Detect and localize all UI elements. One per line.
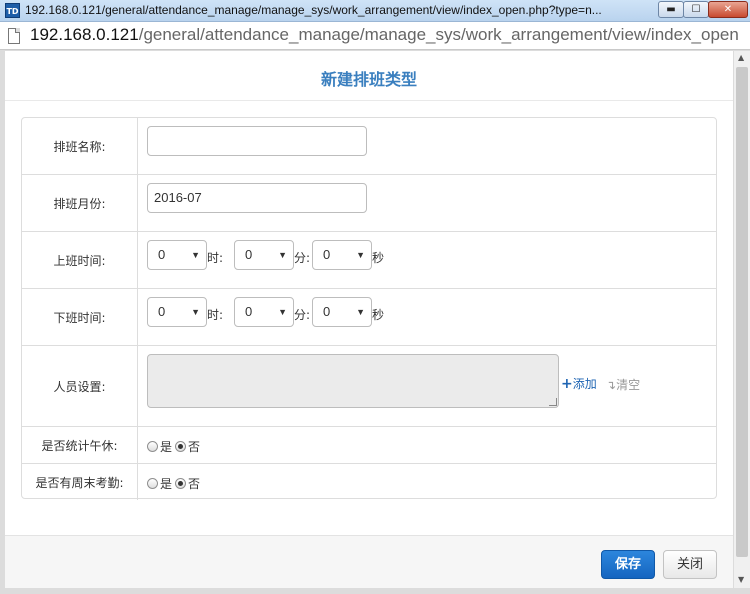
row-lunch-break: 是否统计午休: 是 否	[22, 427, 716, 464]
lunch-break-label: 是否统计午休:	[22, 427, 138, 463]
chevron-down-icon: ▼	[191, 307, 200, 317]
resize-handle-icon[interactable]	[549, 398, 557, 406]
vertical-scrollbar[interactable]: ▲ ▼	[733, 51, 750, 588]
start-minute-unit: 分:	[294, 251, 311, 265]
window-title: 192.168.0.121/general/attendance_manage/…	[25, 3, 602, 17]
close-button[interactable]: 关闭	[663, 550, 717, 579]
shift-month-label: 排班月份:	[22, 175, 138, 231]
weekend-no-radio[interactable]	[175, 478, 187, 489]
end-hour-select[interactable]: 0 ▼	[147, 297, 207, 327]
weekend-yes-label: 是	[160, 477, 173, 491]
end-time-label: 下班时间:	[22, 289, 138, 345]
end-hour-unit: 时:	[207, 308, 224, 322]
plus-icon: +	[561, 376, 573, 392]
lunch-yes-label: 是	[160, 440, 173, 454]
chevron-down-icon: ▼	[278, 250, 287, 260]
lunch-break-radio-group: 是 否	[147, 438, 203, 455]
weekend-yes-radio[interactable]	[147, 478, 158, 489]
end-second-unit: 秒	[372, 308, 385, 322]
start-minute-select[interactable]: 0 ▼	[234, 240, 294, 270]
end-minute-select[interactable]: 0 ▼	[234, 297, 294, 327]
save-button[interactable]: 保存	[601, 550, 655, 579]
maximize-button[interactable]: ☐	[683, 1, 709, 18]
clear-staff-button[interactable]: ↴清空	[606, 376, 640, 393]
address-bar[interactable]: 192.168.0.121/general/attendance_manage/…	[0, 22, 750, 50]
start-second-value: 0	[323, 247, 331, 262]
start-second-select[interactable]: 0 ▼	[312, 240, 372, 270]
chevron-down-icon: ▼	[191, 250, 200, 260]
weekend-radio-group: 是 否	[147, 475, 203, 492]
end-minute-unit: 分:	[294, 308, 311, 322]
weekend-no-label: 否	[188, 477, 201, 491]
scrollbar-thumb[interactable]	[736, 67, 748, 557]
row-shift-name: 排班名称:	[22, 118, 716, 175]
shift-name-label: 排班名称:	[22, 118, 138, 174]
chevron-down-icon: ▼	[356, 307, 365, 317]
staff-label: 人员设置:	[22, 346, 138, 426]
end-second-value: 0	[323, 304, 331, 319]
form-table: 排班名称: 排班月份: 2016-07 上班时间: 0 ▼ 时: 0 ▼ 分: 0 ▼…	[21, 117, 717, 500]
chevron-down-icon: ▼	[278, 307, 287, 317]
start-minute-value: 0	[245, 247, 253, 262]
dialog-footer: 保存 关闭	[5, 535, 733, 588]
window-bottom-border	[0, 588, 750, 594]
row-end-time: 下班时间: 0 ▼ 时: 0 ▼ 分: 0 ▼ 秒	[22, 289, 716, 346]
dialog-content: 新建排班类型 排班名称: 排班月份: 2016-07 上班时间: 0 ▼ 时: 0…	[5, 51, 733, 588]
start-hour-value: 0	[158, 247, 166, 262]
shift-name-input[interactable]	[147, 126, 367, 156]
start-second-unit: 秒	[372, 251, 385, 265]
lunch-yes-radio[interactable]	[147, 441, 158, 452]
scroll-down-icon[interactable]: ▼	[738, 575, 744, 584]
row-start-time: 上班时间: 0 ▼ 时: 0 ▼ 分: 0 ▼ 秒	[22, 232, 716, 289]
row-shift-month: 排班月份: 2016-07	[22, 175, 716, 232]
page-icon	[8, 28, 20, 44]
lunch-no-radio[interactable]	[175, 441, 187, 452]
shift-month-input[interactable]: 2016-07	[147, 183, 367, 213]
end-minute-value: 0	[245, 304, 253, 319]
url-host: 192.168.0.121	[30, 25, 139, 44]
url-path: /general/attendance_manage/manage_sys/wo…	[138, 25, 739, 44]
end-second-select[interactable]: 0 ▼	[312, 297, 372, 327]
add-staff-button[interactable]: +添加	[561, 375, 597, 392]
row-staff: 人员设置: +添加 ↴清空	[22, 346, 716, 427]
start-hour-select[interactable]: 0 ▼	[147, 240, 207, 270]
start-time-label: 上班时间:	[22, 232, 138, 288]
page-title: 新建排班类型	[320, 70, 417, 89]
lunch-no-label: 否	[188, 440, 201, 454]
close-window-button[interactable]: ✕	[708, 1, 748, 18]
row-weekend-attendance: 是否有周末考勤: 是 否	[22, 464, 716, 500]
chevron-down-icon: ▼	[356, 250, 365, 260]
add-label: 添加	[572, 377, 597, 391]
window-title-bar: TD 192.168.0.121/general/attendance_mana…	[0, 0, 750, 22]
scroll-up-icon[interactable]: ▲	[738, 53, 744, 62]
clear-label: 清空	[616, 378, 641, 392]
start-hour-unit: 时:	[207, 251, 224, 265]
url-text[interactable]: 192.168.0.121/general/attendance_manage/…	[30, 25, 739, 45]
end-hour-value: 0	[158, 304, 166, 319]
app-icon: TD	[5, 3, 20, 18]
staff-textarea[interactable]	[147, 354, 559, 408]
weekend-attendance-label: 是否有周末考勤:	[22, 464, 138, 500]
clear-icon: ↴	[606, 378, 617, 392]
minimize-button[interactable]: ▬	[658, 1, 684, 18]
header-divider	[5, 100, 733, 101]
